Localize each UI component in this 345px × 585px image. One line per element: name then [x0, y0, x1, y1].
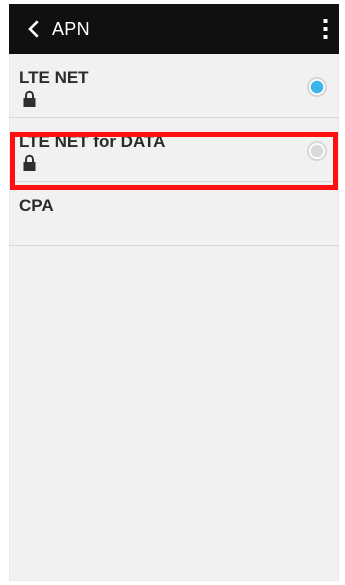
apn-list: LTE NET LTE NET for DATA CPA	[9, 54, 339, 246]
apn-settings-panel: APN LTE NET LTE NET for DATA CPA	[9, 4, 339, 581]
back-arrow-icon	[28, 20, 39, 38]
back-button[interactable]	[9, 4, 57, 54]
apn-selection-radio[interactable]	[307, 77, 327, 97]
apn-item-lte-net[interactable]: LTE NET	[9, 54, 339, 118]
more-options-button[interactable]	[309, 4, 339, 54]
apn-item-label: CPA	[19, 196, 54, 215]
page-title: APN	[52, 19, 90, 39]
more-vertical-icon	[323, 19, 328, 39]
lock-icon	[23, 154, 36, 171]
apn-item-label: LTE NET for DATA	[19, 132, 166, 151]
apn-item-lte-net-for-data[interactable]: LTE NET for DATA	[9, 118, 339, 182]
lock-icon	[23, 90, 36, 107]
top-app-bar: APN	[9, 4, 339, 54]
apn-selection-radio[interactable]	[307, 141, 327, 161]
apn-item-label: LTE NET	[19, 68, 89, 87]
apn-screen: APN LTE NET LTE NET for DATA CPA	[0, 0, 345, 585]
apn-item-cpa[interactable]: CPA	[9, 182, 339, 246]
